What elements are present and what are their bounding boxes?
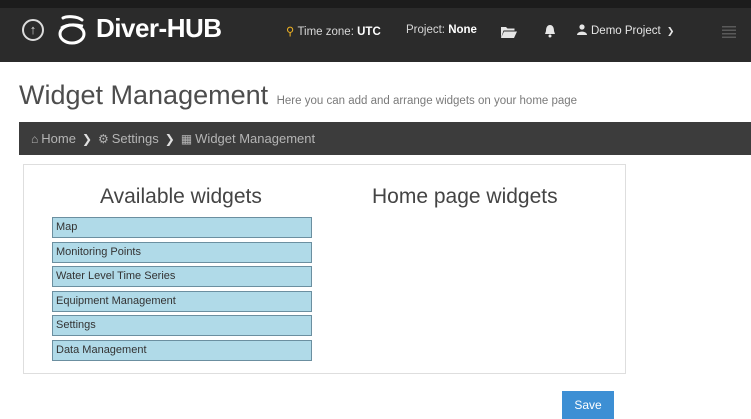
available-widgets-list[interactable]: Map Monitoring Points Water Level Time S…	[52, 217, 312, 364]
chevron-down-icon: ❯	[666, 26, 675, 36]
breadcrumb: ⌂ Home ❯ ⚙ Settings ❯ ▦ Widget Management	[19, 122, 751, 155]
project-indicator: Project: None	[406, 24, 477, 36]
widgets-icon: ▦	[180, 132, 193, 146]
user-icon	[577, 24, 587, 35]
timezone-label: Time zone:	[297, 26, 354, 38]
timezone-indicator[interactable]: ⚲ Time zone: UTC	[286, 24, 381, 38]
top-navbar: ↑ Diver-HUB ⚲ Time zone: UTC Project: Non…	[0, 0, 751, 62]
circle-arrow-up-icon[interactable]: ↑	[22, 19, 44, 41]
project-label: Project:	[406, 24, 445, 36]
folder-open-icon[interactable]	[501, 26, 517, 38]
widget-item-settings[interactable]: Settings	[52, 315, 312, 336]
hamburger-menu-icon[interactable]	[722, 26, 736, 38]
breadcrumb-separator: ❯	[164, 132, 175, 146]
bell-icon[interactable]	[544, 24, 556, 38]
home-page-widgets-dropzone[interactable]	[344, 217, 604, 357]
breadcrumb-separator: ❯	[81, 132, 92, 146]
save-button[interactable]: Save	[562, 391, 614, 419]
home-page-widgets-title: Home page widgets	[372, 185, 558, 208]
app-name[interactable]: Diver-HUB	[96, 13, 222, 44]
timezone-value: UTC	[357, 26, 381, 38]
gears-icon: ⚙	[98, 132, 109, 146]
available-widgets-title: Available widgets	[100, 185, 262, 208]
widget-item-water-level-time-series[interactable]: Water Level Time Series	[52, 266, 312, 287]
project-value: None	[448, 24, 477, 36]
page-subtitle: Here you can add and arrange widgets on …	[276, 95, 578, 107]
user-label: Demo Project	[591, 25, 661, 37]
page-title: Widget Management	[19, 80, 269, 110]
widget-item-map[interactable]: Map	[52, 217, 312, 238]
user-menu[interactable]: Demo Project ❯	[577, 24, 674, 37]
page-header: Widget Management Here you can add and a…	[19, 80, 577, 111]
diver-logo-icon[interactable]	[57, 14, 87, 46]
breadcrumb-home[interactable]: ⌂ Home	[31, 131, 76, 146]
widget-item-equipment-management[interactable]: Equipment Management	[52, 290, 312, 312]
widget-item-monitoring-points[interactable]: Monitoring Points	[52, 241, 312, 263]
widget-item-data-management[interactable]: Data Management	[52, 339, 312, 361]
map-marker-icon: ⚲	[286, 26, 295, 38]
widget-panel: Available widgets Home page widgets Map …	[23, 164, 626, 374]
home-icon: ⌂	[31, 132, 39, 146]
breadcrumb-widget-management: ▦ Widget Management	[180, 131, 316, 146]
breadcrumb-settings[interactable]: ⚙ Settings	[98, 131, 159, 146]
